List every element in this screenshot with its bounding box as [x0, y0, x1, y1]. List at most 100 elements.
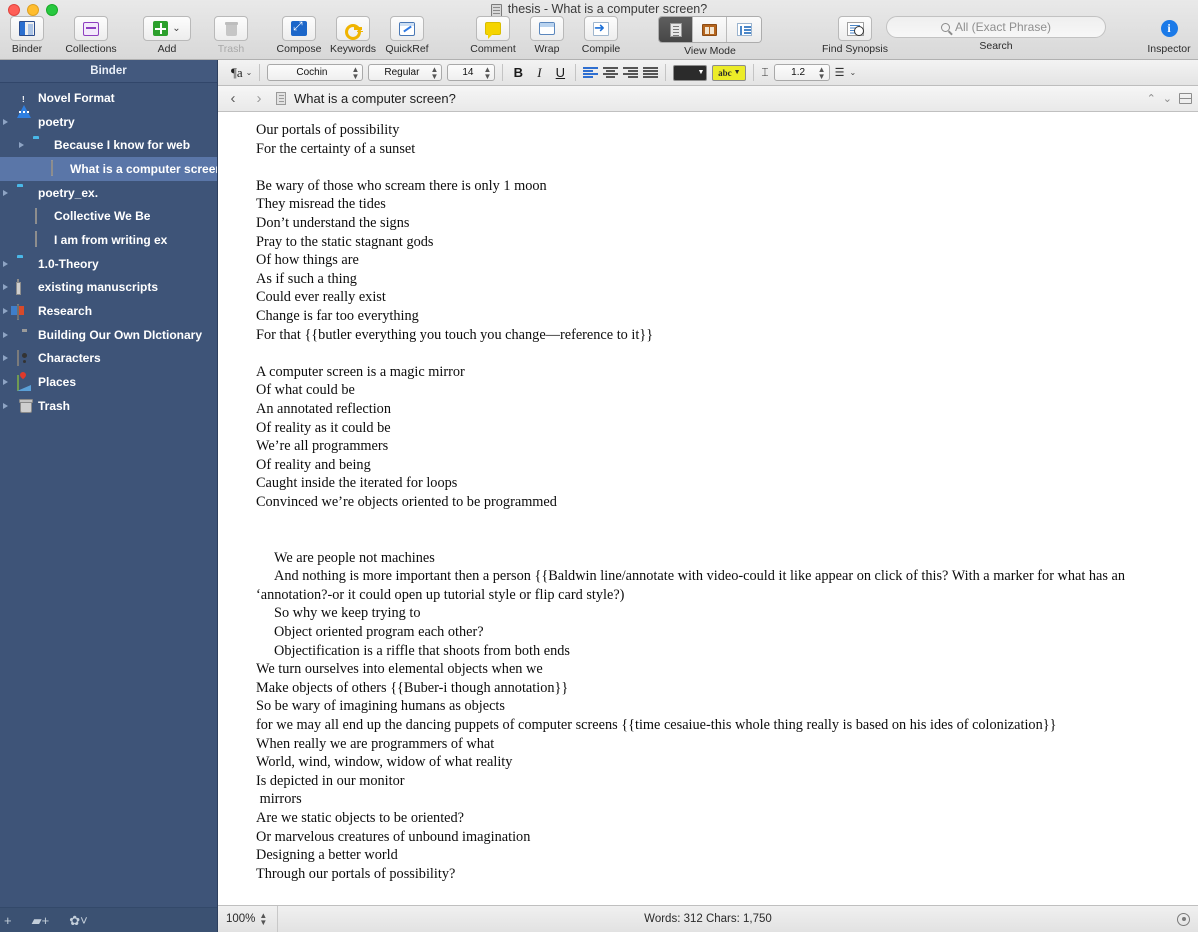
toolbar-wrap-button[interactable]: Wrap [520, 16, 574, 55]
view-mode-segmented-control[interactable] [658, 16, 762, 43]
chevron-down-icon[interactable]: ⌄ [246, 68, 253, 77]
add-item-icon[interactable]: + [4, 914, 12, 927]
binder-item-label: What is a computer screen? [70, 161, 217, 176]
corkboard-view-mode-button[interactable] [693, 17, 727, 42]
align-right-button[interactable] [623, 67, 639, 78]
toolbar-collections-button[interactable]: Collections [54, 16, 128, 55]
text-line: We’re all programmers [256, 438, 389, 455]
view-mode-label: View Mode [684, 45, 736, 57]
stepper-icon[interactable]: ▲ ▼ [430, 65, 438, 80]
binder-item-existing-manuscripts[interactable]: existing manuscripts [0, 276, 217, 300]
binder-item-label: Novel Format [38, 90, 115, 105]
toolbar-compile-label: Compile [581, 43, 621, 55]
chevron-down-icon[interactable]: ⌄ [172, 23, 180, 34]
stepper-icon[interactable]: ▲ ▼ [483, 65, 491, 80]
font-family-value: Cochin [296, 67, 328, 78]
binder-item-1-0-theory[interactable]: 1.0-Theory [0, 252, 217, 276]
text-line: When really we are programmers of what [256, 735, 495, 752]
text-line-blank [256, 530, 1180, 549]
text-line: Is depicted in our monitor [256, 772, 405, 789]
outliner-view-mode-button[interactable] [727, 17, 761, 42]
binder-item-poetry[interactable]: poetry [0, 110, 217, 134]
line-spacing-controls: ⌶ 1.2 ▲ ▼ ☰ ⌄ [754, 64, 863, 81]
document-text-area[interactable]: Our portals of possibility For the certa… [218, 112, 1198, 905]
compose-icon [291, 19, 307, 36]
font-size-select[interactable]: 14 ▲ ▼ [447, 64, 496, 81]
stepper-icon[interactable]: ▲ ▼ [351, 65, 359, 80]
toolbar-quickref-button[interactable]: QuickRef [380, 16, 434, 55]
gear-icon[interactable]: ✿˅ [69, 914, 87, 927]
text-line: Objectification is a riffle that shoots … [274, 642, 570, 659]
chevron-right-icon[interactable] [0, 308, 11, 314]
next-document-icon[interactable]: ⌄ [1163, 92, 1172, 105]
toolbar-trash-button[interactable]: Trash [204, 16, 258, 55]
bold-button[interactable]: B [510, 65, 526, 80]
toolbar-keywords-button[interactable]: Keywords [326, 16, 380, 55]
document-view-icon [669, 22, 682, 37]
align-left-button[interactable] [583, 67, 599, 78]
align-justify-button[interactable] [643, 67, 659, 78]
list-style-button[interactable]: ☰ [835, 66, 845, 79]
toolbar-find-synopsis-button[interactable]: Find Synopsis [818, 16, 892, 55]
highlight-color-button[interactable]: abc ▼ [712, 64, 747, 81]
toolbar-binder-button[interactable]: Binder [0, 16, 54, 55]
chevron-down-icon[interactable]: ⌄ [849, 68, 856, 77]
chevron-right-icon[interactable] [0, 261, 11, 267]
chevron-right-icon[interactable] [0, 284, 11, 290]
binder-item-poetry-ex[interactable]: poetry_ex. [0, 181, 217, 205]
text-line: For that {{butler everything you touch y… [256, 326, 654, 343]
toolbar-comment-button[interactable]: Comment [466, 16, 520, 55]
split-editor-icon[interactable] [1179, 93, 1192, 104]
underline-button[interactable]: U [552, 65, 568, 80]
toolbar-compose-button[interactable]: Compose [272, 16, 326, 55]
chevron-right-icon[interactable] [0, 403, 11, 409]
line-spacing-select[interactable]: 1.2 ▲ ▼ [773, 64, 830, 81]
stepper-icon[interactable]: ▲ ▼ [818, 65, 826, 80]
word-count-label: Words: 312 Chars: 1,750 [644, 913, 772, 925]
text-line: Convinced we’re objects oriented to be p… [256, 493, 557, 510]
text-line: Are we static objects to be oriented? [256, 809, 465, 826]
binder-item-collective-we-be[interactable]: Collective We Be [0, 204, 217, 228]
chevron-right-icon[interactable] [0, 355, 11, 361]
chevron-right-icon[interactable] [0, 379, 11, 385]
text-line: Or marvelous creatures of unbound imagin… [256, 828, 531, 845]
text-color-button[interactable]: ▼ [673, 64, 708, 81]
toolbar-add-label: Add [157, 43, 177, 55]
text-line-blank [256, 511, 1180, 530]
navigate-back-button[interactable]: ‹ [224, 90, 242, 107]
text-line: Our portals of possibility [256, 122, 400, 138]
text-line: An annotated reflection [256, 400, 391, 417]
toolbar-quickref-label: QuickRef [385, 43, 429, 55]
search-input[interactable]: All (Exact Phrase) [886, 16, 1106, 38]
font-family-select[interactable]: Cochin ▲ ▼ [267, 64, 364, 81]
italic-button[interactable]: I [531, 65, 547, 81]
font-style-select[interactable]: Regular ▲ ▼ [368, 64, 443, 81]
toolbar-inspector-button[interactable]: i Inspector [1142, 16, 1196, 55]
binder-item-characters[interactable]: Characters [0, 347, 217, 371]
chevron-right-icon[interactable] [0, 119, 11, 125]
add-folder-icon[interactable]: ▰+ [32, 914, 50, 927]
binder-item-trash[interactable]: Trash [0, 394, 217, 418]
paragraph-style-control[interactable]: ¶a ⌄ [224, 65, 259, 81]
toolbar-inspector-label: Inspector [1147, 43, 1191, 55]
text-line: Make objects of others {{Buber-i though … [256, 679, 569, 696]
chevron-right-icon[interactable] [0, 190, 11, 196]
binder-item-research[interactable]: Research [0, 299, 217, 323]
toolbar-compose-label: Compose [276, 43, 322, 55]
toolbar-add-button[interactable]: ⌄ Add [140, 16, 194, 55]
chevron-right-icon[interactable] [16, 142, 27, 148]
toolbar-compile-button[interactable]: Compile [574, 16, 628, 55]
document-view-mode-button[interactable] [659, 17, 693, 42]
previous-document-icon[interactable]: ⌃ [1147, 92, 1156, 105]
binder-item-what-is-a-computer-screen[interactable]: What is a computer screen? [0, 157, 217, 181]
navigate-forward-button[interactable]: › [250, 90, 268, 107]
align-center-button[interactable] [603, 67, 619, 78]
binder-item-novel-format[interactable]: Novel Format [0, 86, 217, 119]
places-map-icon [17, 374, 19, 391]
chevron-right-icon[interactable] [0, 332, 11, 338]
binder-item-places[interactable]: Places [0, 370, 217, 394]
binder-item-because-i-know-for-web[interactable]: Because I know for web [0, 133, 217, 157]
binder-item-label: Because I know for web [54, 138, 191, 153]
binder-item-building-our-own-dictionary[interactable]: Building Our Own DIctionary [0, 323, 217, 347]
binder-item-i-am-from-writing-ex[interactable]: I am from writing ex [0, 228, 217, 252]
